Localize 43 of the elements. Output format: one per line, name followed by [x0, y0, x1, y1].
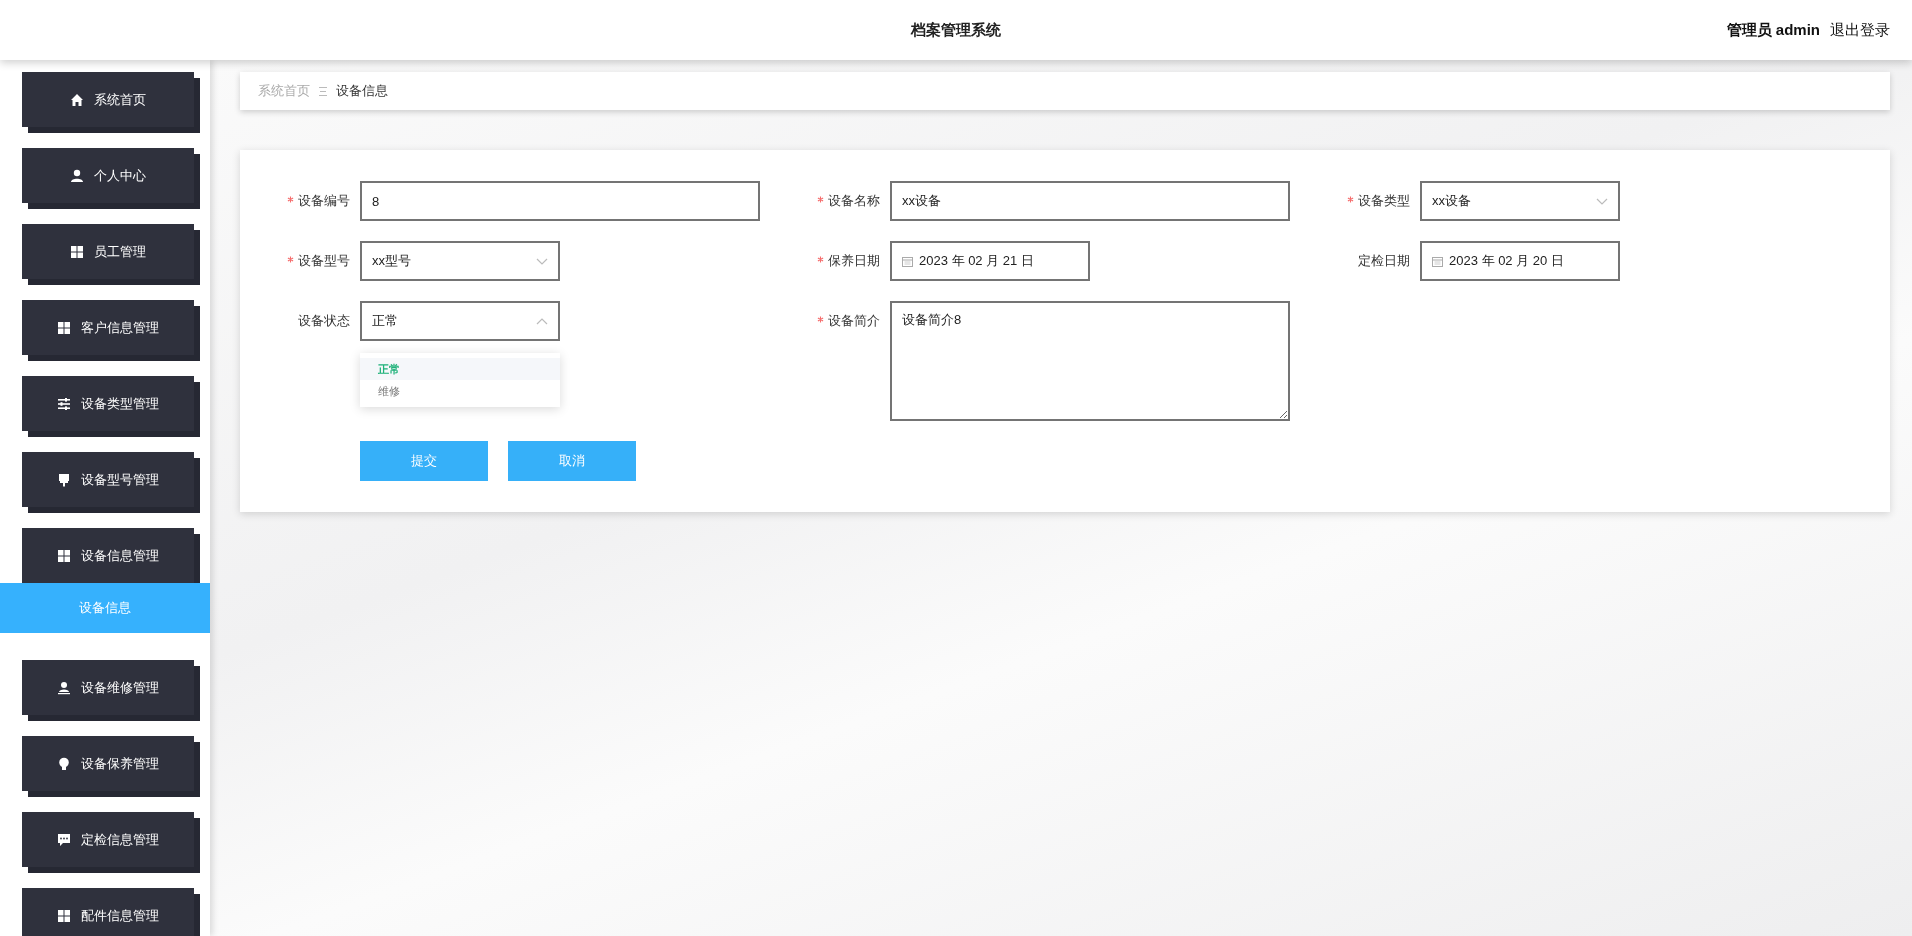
- person-icon: [57, 680, 71, 695]
- grid-icon: [70, 244, 84, 259]
- select-field[interactable]: xx设备: [1420, 181, 1620, 221]
- date-field[interactable]: 2023 年 02 月 20 日: [1420, 241, 1620, 281]
- field-label: 设备编号: [298, 193, 350, 208]
- textarea-field[interactable]: 设备简介8: [890, 301, 1290, 421]
- brush-icon: [57, 472, 71, 487]
- required-icon: [817, 256, 824, 263]
- separator-icon: [318, 85, 328, 97]
- breadcrumb-current: 设备信息: [336, 82, 388, 100]
- required-icon: [817, 196, 824, 203]
- field-label: 设备状态: [298, 313, 350, 328]
- field-label: 保养日期: [828, 253, 880, 268]
- required-icon: [1347, 196, 1354, 203]
- date-field[interactable]: 2023 年 02 月 21 日: [890, 241, 1090, 281]
- required-icon: [287, 196, 294, 203]
- grid-icon: [57, 320, 71, 335]
- user-name: 管理员 admin: [1726, 20, 1820, 40]
- calendar-icon: [1432, 255, 1443, 267]
- grid-icon: [57, 548, 71, 563]
- field-label: 设备类型: [1358, 193, 1410, 208]
- chevron-icon: [536, 256, 548, 266]
- field-label: 设备型号: [298, 253, 350, 268]
- text-field[interactable]: xx设备: [890, 181, 1290, 221]
- chevron-icon: [1596, 196, 1608, 206]
- field-label: 设备简介: [828, 313, 880, 328]
- required-icon: [287, 256, 294, 263]
- home-icon: [70, 92, 84, 107]
- lightbulb-icon: [57, 756, 71, 771]
- sliders-icon: [57, 396, 71, 411]
- required-icon: [817, 316, 824, 323]
- chat-icon: [57, 832, 71, 847]
- text-field[interactable]: 8: [360, 181, 760, 221]
- dropdown-option[interactable]: 维修: [360, 380, 560, 402]
- user-icon: [70, 168, 84, 183]
- field-label: 设备名称: [828, 193, 880, 208]
- grid-icon: [57, 908, 71, 923]
- calendar-icon: [902, 255, 913, 267]
- app-title: 档案管理系统: [911, 20, 1001, 38]
- field-label: 定检日期: [1358, 253, 1410, 268]
- chevron-icon: [536, 316, 548, 326]
- select-field[interactable]: xx型号: [360, 241, 560, 281]
- logout-link[interactable]: 退出登录: [1830, 20, 1890, 40]
